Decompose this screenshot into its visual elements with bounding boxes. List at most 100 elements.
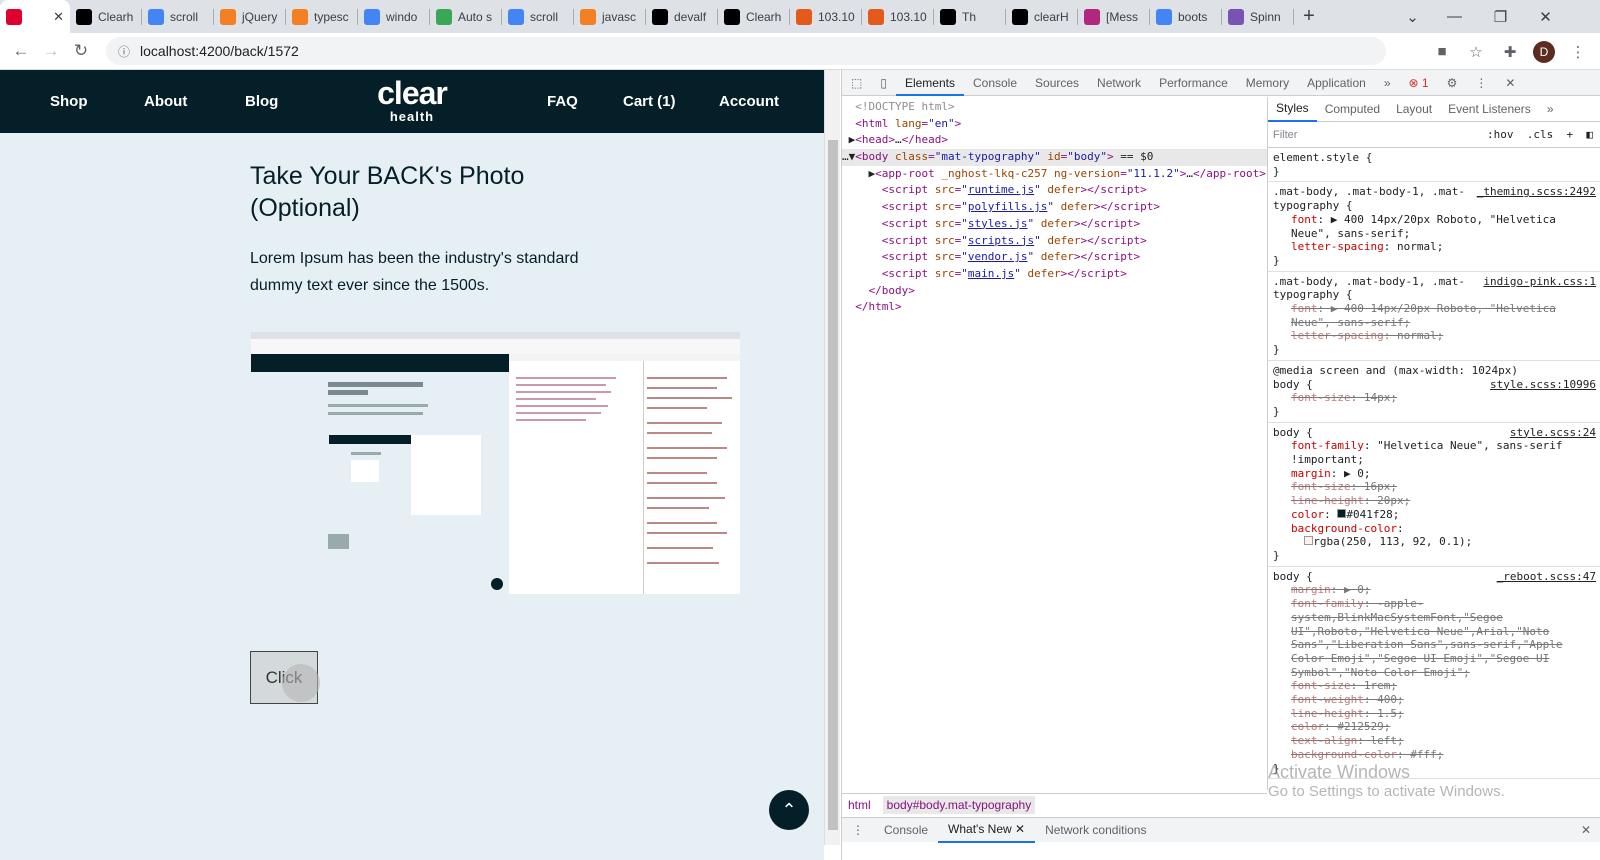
- tab-application[interactable]: Application: [1298, 70, 1375, 96]
- browser-tab[interactable]: 103.10: [862, 0, 934, 33]
- dom-line[interactable]: </body>: [842, 283, 1267, 300]
- browser-tab[interactable]: devalf: [646, 0, 718, 33]
- inspect-element-icon[interactable]: ⬚: [842, 70, 871, 96]
- browser-tab[interactable]: typesc: [286, 0, 358, 33]
- styles-filter-input[interactable]: Filter: [1273, 129, 1297, 141]
- tab-memory[interactable]: Memory: [1237, 70, 1298, 96]
- dom-line[interactable]: <script src="polyfills.js" defer></scrip…: [842, 199, 1267, 216]
- browser-tab[interactable]: jQuery: [214, 0, 286, 33]
- more-tabs-icon[interactable]: »: [1375, 70, 1400, 96]
- menu-kebab-icon[interactable]: ⋮: [1564, 38, 1592, 66]
- tab-sources[interactable]: Sources: [1026, 70, 1088, 96]
- tab-computed[interactable]: Computed: [1317, 102, 1388, 116]
- drawer-tab-network-conditions[interactable]: Network conditions: [1035, 823, 1156, 837]
- browser-tab[interactable]: Clearh: [70, 0, 142, 33]
- browser-tab[interactable]: windo: [358, 0, 430, 33]
- dom-line[interactable]: <script src="runtime.js" defer></script>: [842, 182, 1267, 199]
- tab-console[interactable]: Console: [964, 70, 1026, 96]
- browser-tab[interactable]: scroll: [142, 0, 214, 33]
- style-rule[interactable]: element.style {}: [1268, 148, 1600, 183]
- url-text[interactable]: localhost:4200/back/1572: [140, 43, 299, 59]
- tab-elements[interactable]: Elements: [895, 70, 964, 96]
- style-rule[interactable]: indigo-pink.css:1 .mat-body, .mat-body-1,…: [1268, 272, 1600, 361]
- browser-tab[interactable]: Auto s: [430, 0, 502, 33]
- add-rule-icon[interactable]: +: [1567, 128, 1574, 141]
- dom-line[interactable]: </html>: [842, 299, 1267, 316]
- page-scrollbar[interactable]: [824, 70, 840, 845]
- bookmark-star-icon[interactable]: ☆: [1462, 38, 1490, 66]
- camera-icon[interactable]: ■: [1428, 38, 1456, 66]
- drawer-menu-icon[interactable]: ⋮: [842, 823, 874, 837]
- devtools-menu-icon[interactable]: ⋮: [1466, 70, 1496, 96]
- dom-line[interactable]: <!DOCTYPE html>: [842, 99, 1267, 116]
- browser-tab[interactable]: Clearh: [718, 0, 790, 33]
- tab-network[interactable]: Network: [1088, 70, 1150, 96]
- server-icon: [868, 8, 884, 25]
- breadcrumb-html[interactable]: html: [848, 798, 871, 812]
- info-icon[interactable]: ⓘ: [118, 43, 130, 60]
- browser-tab[interactable]: Spinn: [1222, 0, 1294, 33]
- scrollbar-thumb[interactable]: [828, 140, 838, 830]
- drawer-tab-whats-new[interactable]: What's New ✕: [938, 818, 1036, 843]
- cls-toggle[interactable]: .cls: [1527, 128, 1554, 141]
- browser-tab[interactable]: ✕: [0, 0, 70, 33]
- reload-icon[interactable]: ↻: [66, 36, 96, 66]
- computed-sidebar-icon[interactable]: ◧: [1586, 128, 1593, 141]
- forward-arrow-icon[interactable]: →: [36, 36, 66, 66]
- close-tab-icon[interactable]: ✕: [53, 9, 64, 25]
- extensions-icon[interactable]: ✚: [1496, 38, 1524, 66]
- dom-line[interactable]: <script src="vendor.js" defer></script>: [842, 249, 1267, 266]
- browser-tab[interactable]: Th: [934, 0, 1006, 33]
- browser-tab[interactable]: scroll: [502, 0, 574, 33]
- tab-search-icon[interactable]: ⌄: [1390, 0, 1435, 33]
- settings-gear-icon[interactable]: ⚙: [1438, 70, 1467, 96]
- style-rule[interactable]: style.scss:24 body { font-family: "Helvet…: [1268, 423, 1600, 567]
- style-rule[interactable]: _reboot.scss:47 body { margin: ▶ 0; font-…: [1268, 567, 1600, 780]
- close-drawer-icon[interactable]: ✕: [1571, 823, 1600, 837]
- dom-line[interactable]: ▶<head>…</head>: [842, 132, 1267, 149]
- back-arrow-icon[interactable]: ←: [6, 36, 36, 66]
- hov-toggle[interactable]: :hov: [1487, 128, 1514, 141]
- device-toggle-icon[interactable]: ▯: [871, 70, 896, 96]
- dom-line-selected[interactable]: …▼<body class="mat-typography" id="body"…: [842, 149, 1267, 166]
- style-rule[interactable]: _theming.scss:2492 .mat-body, .mat-body-1…: [1268, 182, 1600, 272]
- dom-line[interactable]: <html lang="en">: [842, 116, 1267, 133]
- close-tab-icon[interactable]: ✕: [1015, 822, 1025, 836]
- browser-tab-label: [Mess: [1106, 9, 1139, 24]
- browser-tab[interactable]: clearH: [1006, 0, 1078, 33]
- scroll-to-top-button[interactable]: ⌃: [769, 790, 809, 830]
- browser-tab[interactable]: javasc: [574, 0, 646, 33]
- site-logo[interactable]: clear health: [368, 76, 456, 124]
- tab-layout[interactable]: Layout: [1388, 102, 1440, 116]
- browser-tab[interactable]: boots: [1150, 0, 1222, 33]
- address-bar[interactable]: ⓘ localhost:4200/back/1572: [106, 37, 1386, 65]
- style-rule[interactable]: @media screen and (max-width: 1024px) sty…: [1268, 361, 1600, 423]
- browser-tab[interactable]: [Mess: [1078, 0, 1150, 33]
- nav-faq[interactable]: FAQ: [547, 93, 578, 110]
- nav-account[interactable]: Account: [719, 93, 779, 110]
- avatar[interactable]: D: [1533, 40, 1555, 63]
- close-devtools-icon[interactable]: ✕: [1496, 70, 1524, 96]
- new-tab-button[interactable]: +: [1294, 0, 1324, 33]
- profile-avatar[interactable]: D: [1530, 38, 1558, 66]
- nav-blog[interactable]: Blog: [245, 93, 278, 110]
- dom-line[interactable]: <script src="styles.js" defer></script>: [842, 216, 1267, 233]
- tab-event-listeners[interactable]: Event Listeners: [1440, 102, 1539, 116]
- tab-styles[interactable]: Styles: [1268, 97, 1317, 122]
- dom-tree[interactable]: <!DOCTYPE html> <html lang="en"> ▶<head>…: [842, 97, 1267, 790]
- tab-performance[interactable]: Performance: [1150, 70, 1237, 96]
- breadcrumb-body[interactable]: body#body.mat-typography: [882, 795, 1036, 814]
- error-badge[interactable]: ⊗ 1: [1400, 70, 1438, 96]
- maximize-button[interactable]: ❐: [1478, 0, 1523, 33]
- close-window-button[interactable]: ✕: [1523, 0, 1568, 33]
- nav-about[interactable]: About: [144, 93, 187, 110]
- minimize-button[interactable]: —: [1432, 0, 1477, 33]
- browser-tab[interactable]: 103.10: [790, 0, 862, 33]
- dom-line[interactable]: <script src="main.js" defer></script>: [842, 266, 1267, 283]
- dom-line[interactable]: ▶<app-root _nghost-lkq-c257 ng-version="…: [842, 166, 1267, 183]
- more-tabs-icon[interactable]: »: [1539, 102, 1562, 116]
- dom-line[interactable]: <script src="scripts.js" defer></script>: [842, 233, 1267, 250]
- nav-shop[interactable]: Shop: [50, 93, 88, 110]
- drawer-tab-console[interactable]: Console: [874, 823, 938, 837]
- nav-cart[interactable]: Cart (1): [623, 93, 676, 110]
